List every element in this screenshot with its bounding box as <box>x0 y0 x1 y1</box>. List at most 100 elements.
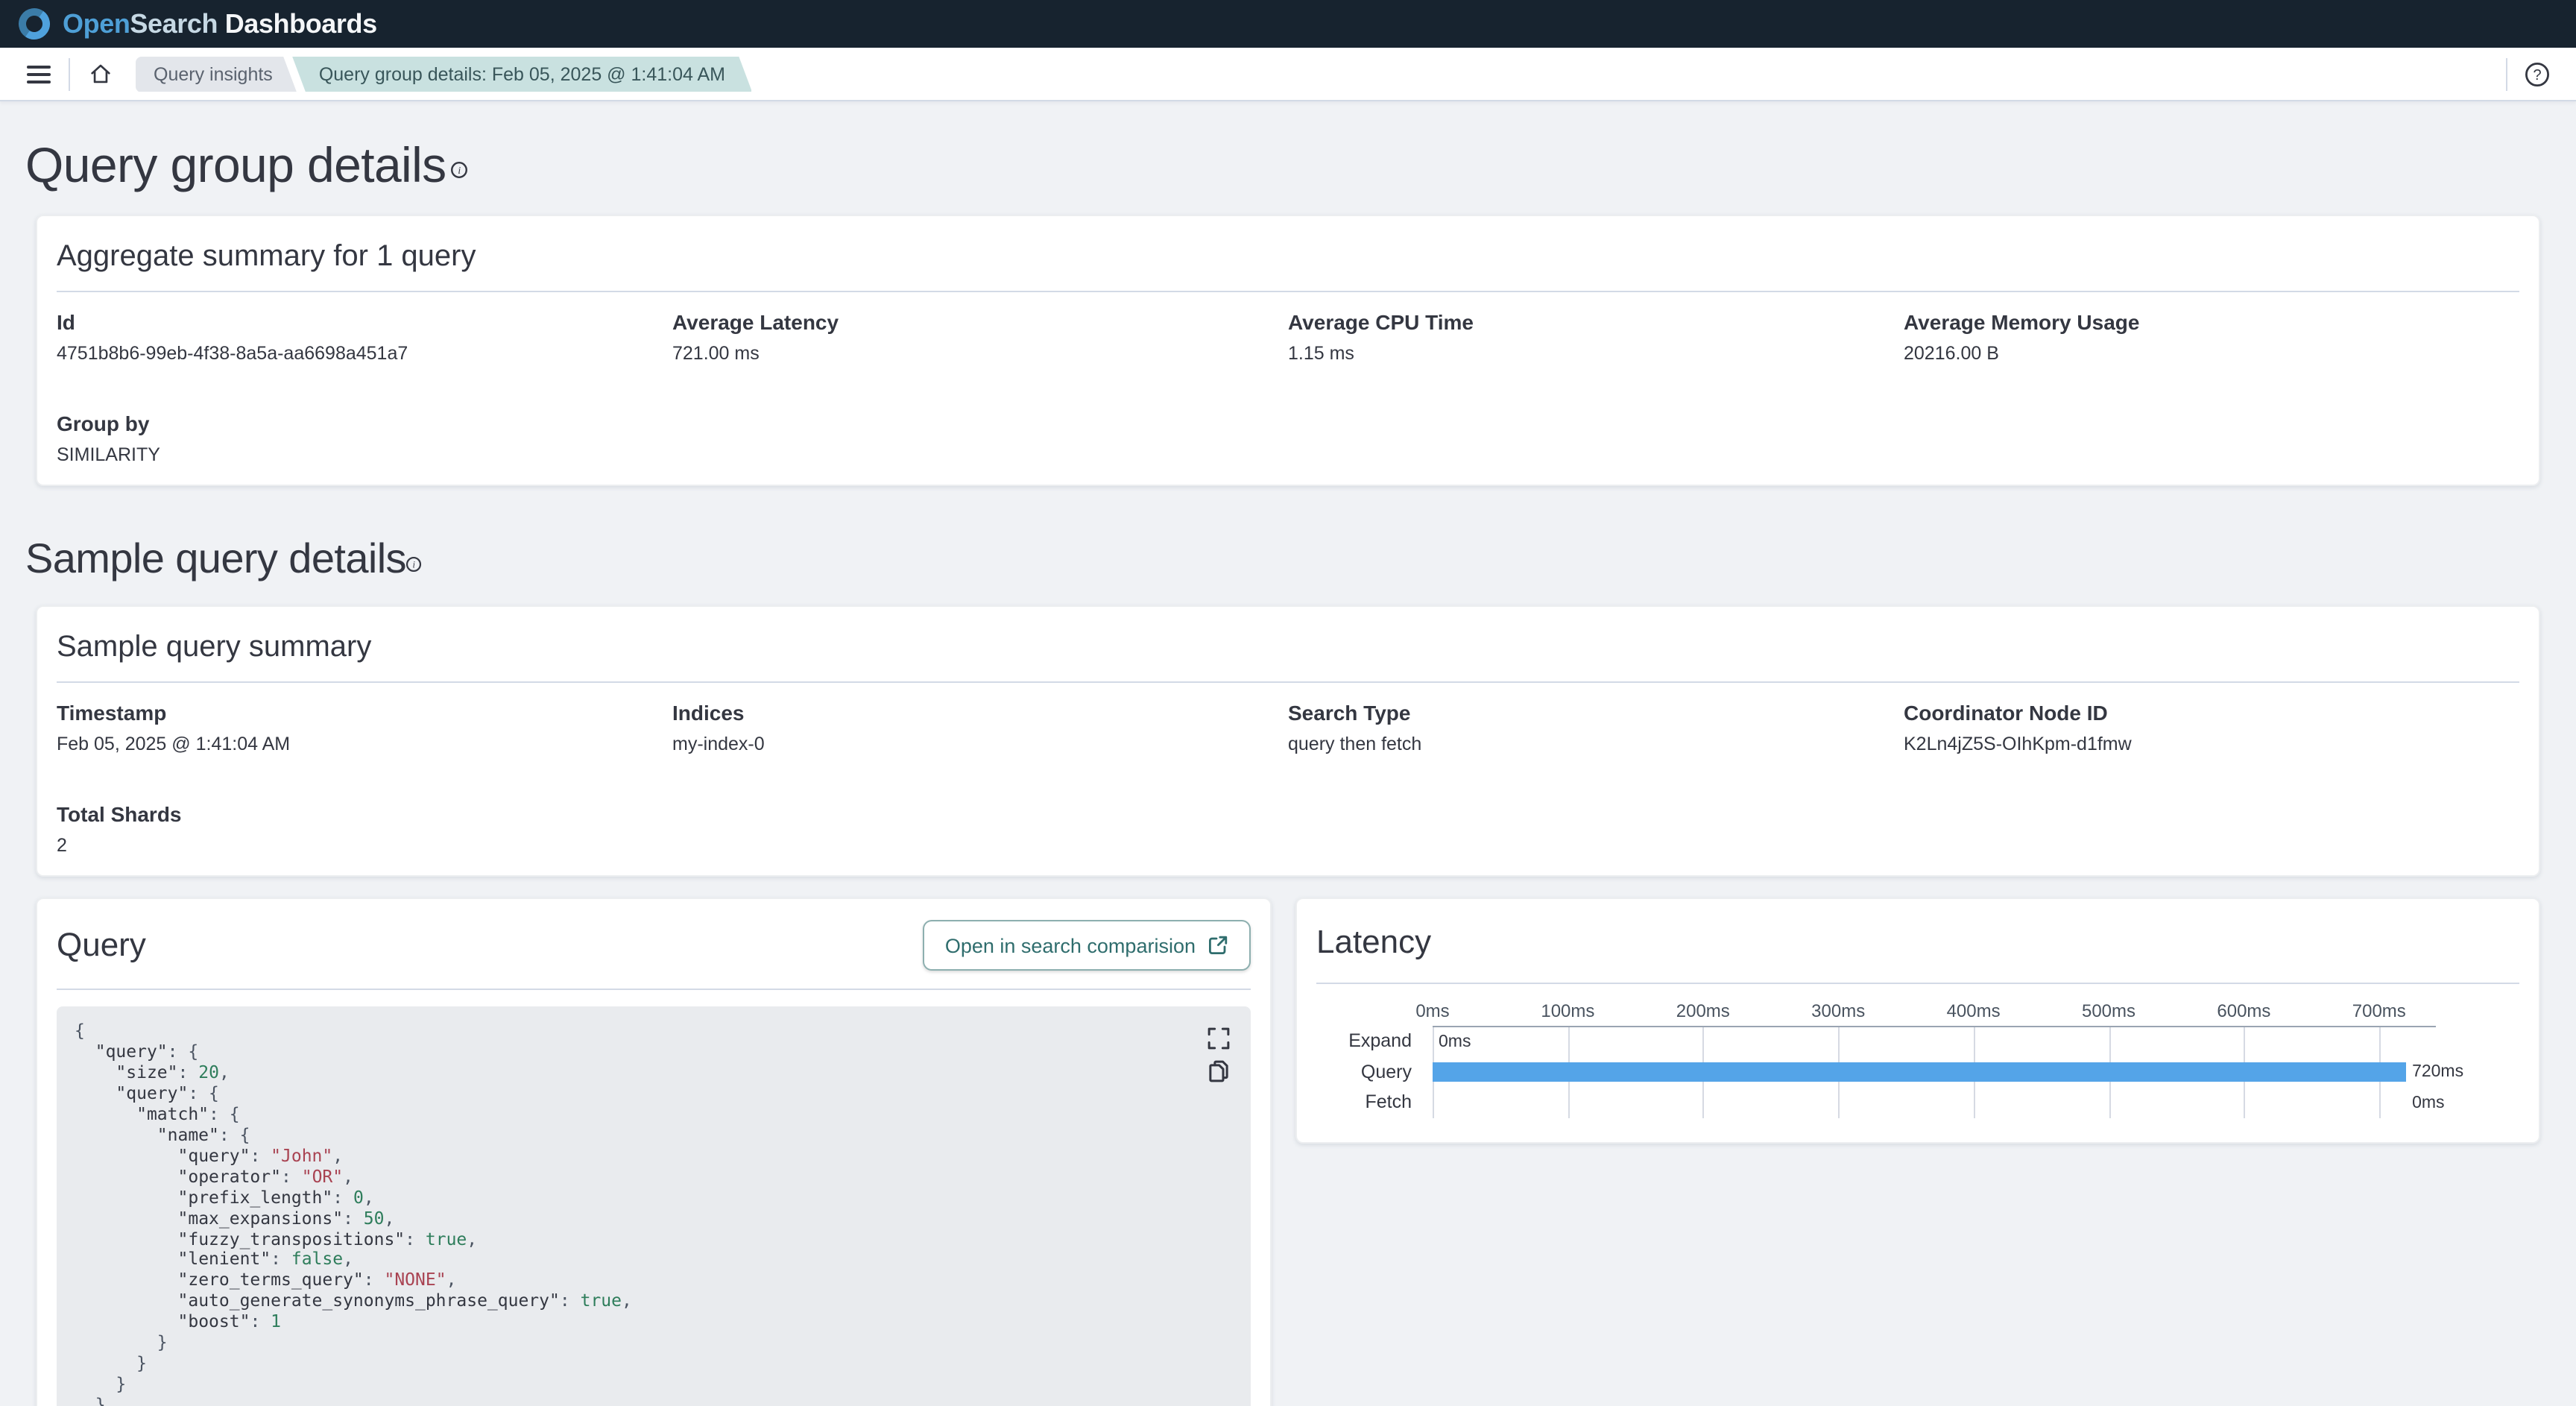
menu-button[interactable] <box>18 53 60 95</box>
external-link-icon <box>1208 935 1228 956</box>
field-value: 20216.00 B <box>1904 343 2519 364</box>
latency-row-labels: ExpandQueryFetch <box>1316 1026 1433 1118</box>
help-icon: ? <box>2524 60 2551 87</box>
home-button[interactable] <box>79 53 121 95</box>
axis-tick-label: 100ms <box>1541 1000 1594 1021</box>
page-title: Query group details i <box>25 137 2551 194</box>
field-label: Coordinator Node ID <box>1904 701 2519 725</box>
axis-tick-label: 400ms <box>1947 1000 2001 1021</box>
aggregate-summary-panel: Aggregate summary for 1 query Id 4751b8b… <box>36 215 2540 486</box>
app-title: OpenSearch Dashboards <box>63 8 377 40</box>
field-total-shards: Total Shards 2 <box>57 802 672 856</box>
field-value: query then fetch <box>1288 734 1904 754</box>
breadcrumb: Query insights Query group details: Feb … <box>136 56 752 92</box>
divider <box>1316 983 2519 984</box>
field-timestamp: Timestamp Feb 05, 2025 @ 1:41:04 AM <box>57 701 672 754</box>
field-label: Search Type <box>1288 701 1904 725</box>
field-label: Average Latency <box>672 310 1288 334</box>
breadcrumb-query-group-details: Query group details: Feb 05, 2025 @ 1:41… <box>292 56 752 92</box>
chart-row-label: Expand <box>1316 1026 1412 1056</box>
copy-icon <box>1208 1060 1230 1082</box>
button-label: Open in search comparision <box>945 934 1196 956</box>
divider <box>69 57 70 90</box>
latency-panel-title: Latency <box>1316 920 1431 965</box>
page-content: Query group details i Aggregate summary f… <box>0 101 2576 1406</box>
query-json: { "query": { "size": 20, "query": { "mat… <box>75 1021 1233 1406</box>
field-label: Total Shards <box>57 802 672 826</box>
field-average-latency: Average Latency 721.00 ms <box>672 310 1288 364</box>
svg-text:?: ? <box>2533 66 2541 83</box>
breadcrumb-query-insights[interactable]: Query insights <box>136 56 297 92</box>
section-title-text: Sample query details <box>25 535 406 581</box>
chart-row: 720ms <box>1433 1058 2436 1088</box>
field-label: Id <box>57 310 672 334</box>
field-value: SIMILARITY <box>57 444 672 465</box>
divider <box>57 291 2519 292</box>
query-panel-title: Query <box>57 923 146 968</box>
aggregate-summary-fields: Id 4751b8b6-99eb-4f38-8a5a-aa6698a451a7 … <box>57 309 2519 465</box>
opensearch-logo[interactable] <box>18 7 51 40</box>
axis-tick-label: 600ms <box>2217 1000 2270 1021</box>
field-id: Id 4751b8b6-99eb-4f38-8a5a-aa6698a451a7 <box>57 310 672 364</box>
copy-button[interactable] <box>1208 1060 1230 1082</box>
latency-bar-query <box>1433 1063 2406 1082</box>
chart-row: 0ms <box>1433 1027 2436 1058</box>
latency-chart: 0ms 100ms 200ms 300ms 400ms 500ms 600ms 700ms E… <box>1316 1000 2519 1118</box>
chart-row: 0ms <box>1433 1088 2436 1118</box>
sample-query-summary-fields: Timestamp Feb 05, 2025 @ 1:41:04 AM Indi… <box>57 699 2519 856</box>
axis-tick-label: 500ms <box>2082 1000 2135 1021</box>
latency-axis-ticks: 0ms100ms200ms300ms400ms500ms600ms700ms <box>1433 1000 2436 1026</box>
field-average-cpu-time: Average CPU Time 1.15 ms <box>1288 310 1904 364</box>
field-value: Feb 05, 2025 @ 1:41:04 AM <box>57 734 672 754</box>
axis-tick-label: 0ms <box>1415 1000 1449 1021</box>
field-label: Group by <box>57 412 672 435</box>
latency-plot: 0ms720ms0ms <box>1433 1026 2436 1118</box>
field-value: 1.15 ms <box>1288 343 1904 364</box>
latency-panel: Latency 0ms 100ms 200ms 300ms 400ms 500ms 600m… <box>1295 898 2540 1144</box>
field-label: Average Memory Usage <box>1904 310 2519 334</box>
field-group-by: Group by SIMILARITY <box>57 412 672 465</box>
chart-row-label: Fetch <box>1316 1087 1412 1117</box>
field-label: Average CPU Time <box>1288 310 1904 334</box>
breadcrumb-bar: Query insights Query group details: Feb … <box>0 48 2576 101</box>
field-indices: Indices my-index-0 <box>672 701 1288 754</box>
field-value: 4751b8b6-99eb-4f38-8a5a-aa6698a451a7 <box>57 343 672 364</box>
axis-tick-label: 200ms <box>1676 1000 1730 1021</box>
fullscreen-icon <box>1208 1027 1230 1050</box>
axis-tick-label: 300ms <box>1811 1000 1865 1021</box>
open-in-search-comparison-button[interactable]: Open in search comparision <box>923 920 1251 971</box>
field-search-type: Search Type query then fetch <box>1288 701 1904 754</box>
field-value: 2 <box>57 835 672 856</box>
bar-value-label: 720ms <box>2406 1064 2463 1082</box>
page-title-text: Query group details <box>25 137 446 192</box>
query-panel: Query Open in search comparision { "quer… <box>36 898 1272 1406</box>
field-coordinator-node-id: Coordinator Node ID K2Ln4jZ5S-OIhKpm-d1f… <box>1904 701 2519 754</box>
info-icon[interactable]: i <box>451 134 469 191</box>
field-label: Indices <box>672 701 1288 725</box>
field-value: my-index-0 <box>672 734 1288 754</box>
chart-row-label: Query <box>1316 1056 1412 1087</box>
field-average-memory-usage: Average Memory Usage 20216.00 B <box>1904 310 2519 364</box>
app-header: OpenSearch Dashboards <box>0 0 2576 48</box>
bottom-panels-row: Query Open in search comparision { "quer… <box>25 877 2551 1406</box>
hamburger-icon <box>27 63 51 84</box>
sample-query-details-title: Sample query detailsi <box>25 534 2551 584</box>
help-button[interactable]: ? <box>2516 53 2558 95</box>
field-value: 721.00 ms <box>672 343 1288 364</box>
field-label: Timestamp <box>57 701 672 725</box>
field-value: K2Ln4jZ5S-OIhKpm-d1fmw <box>1904 734 2519 754</box>
divider <box>57 989 1251 990</box>
info-icon[interactable]: i <box>406 535 423 581</box>
bar-value-label: 0ms <box>2406 1094 2444 1112</box>
query-code-block: { "query": { "size": 20, "query": { "mat… <box>57 1006 1251 1406</box>
bar-value-label: 0ms <box>1433 1033 1471 1051</box>
divider <box>57 681 2519 683</box>
divider <box>2506 57 2507 90</box>
svg-text:i: i <box>458 165 461 176</box>
home-icon <box>87 61 113 86</box>
fullscreen-button[interactable] <box>1208 1027 1230 1050</box>
axis-tick-label: 700ms <box>2352 1000 2406 1021</box>
aggregate-summary-title: Aggregate summary for 1 query <box>57 234 2519 291</box>
sample-query-summary-title: Sample query summary <box>57 625 2519 681</box>
sample-query-summary-panel: Sample query summary Timestamp Feb 05, 2… <box>36 605 2540 877</box>
